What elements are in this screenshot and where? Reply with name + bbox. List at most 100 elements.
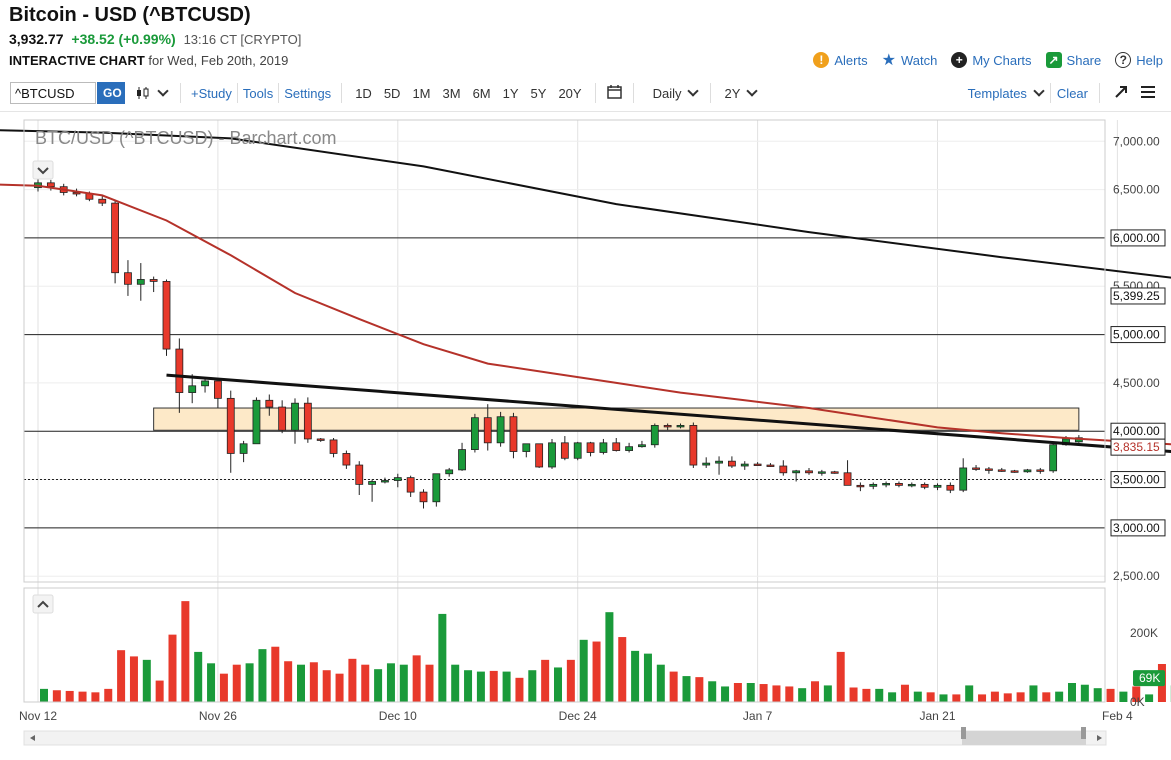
volume-bar — [1080, 684, 1089, 702]
volume-bar — [978, 694, 987, 702]
volume-bars — [40, 601, 1171, 702]
volume-bar — [631, 650, 640, 702]
volume-bar — [1068, 683, 1076, 702]
volume-bar — [412, 655, 421, 702]
volume-bar — [926, 692, 935, 702]
candle — [329, 439, 338, 454]
price-tick-label: 7,000.00 — [1113, 134, 1160, 148]
candle — [1049, 444, 1058, 472]
volume-bar — [168, 634, 177, 702]
volume-bar — [965, 685, 974, 702]
volume-bar — [862, 688, 871, 702]
volume-bar — [181, 601, 190, 702]
candle — [548, 442, 556, 468]
candle — [1010, 470, 1019, 473]
value-tag-label: 3,835.15 — [1113, 440, 1160, 454]
candle — [98, 198, 107, 204]
candle — [406, 477, 415, 493]
volume-bar — [78, 691, 87, 702]
volume-bar — [361, 664, 370, 702]
volume-bar — [297, 664, 305, 702]
collapse-volume-panel-button[interactable] — [32, 594, 54, 614]
volume-bar — [823, 685, 832, 702]
candle — [663, 425, 672, 428]
price-axis: 2,500.00 3,000.00 3,500.00 4,000.00 4,500.00… — [1110, 134, 1166, 583]
volume-bar — [772, 685, 781, 702]
candle — [252, 399, 261, 445]
volume-bar — [592, 641, 601, 702]
price-tick-label: 6,500.00 — [1113, 183, 1160, 197]
volume-bar — [682, 676, 691, 702]
price-chart[interactable]: 2,500.00 3,000.00 3,500.00 4,000.00 4,500.00… — [0, 0, 1171, 760]
date-tick-label: Nov 12 — [19, 709, 57, 723]
candle — [805, 470, 813, 474]
candle — [535, 443, 544, 468]
candle — [869, 483, 878, 487]
volume-bar — [284, 661, 293, 702]
volume-bar — [554, 667, 562, 702]
candle — [817, 471, 826, 474]
volume-bar — [155, 680, 164, 702]
candle — [625, 446, 633, 451]
scroll-handle-left — [961, 727, 966, 739]
volume-bar — [65, 690, 74, 702]
date-tick-label: Dec 10 — [379, 709, 417, 723]
candle — [303, 402, 312, 440]
candle — [265, 399, 274, 408]
date-tick-label: Nov 26 — [199, 709, 237, 723]
volume-bar — [1003, 693, 1012, 702]
volume-bar — [104, 688, 113, 702]
volume-bar — [117, 650, 126, 702]
volume-bar — [451, 664, 460, 702]
candle — [291, 402, 299, 431]
candle — [226, 397, 235, 454]
date-tick-label: Feb 4 — [1102, 709, 1133, 723]
candle — [1023, 469, 1032, 473]
volume-bar — [605, 612, 614, 702]
volume-bar — [643, 653, 652, 702]
volume-bar — [1145, 694, 1154, 702]
candle — [779, 465, 788, 474]
candle — [792, 470, 801, 474]
volume-bar — [438, 613, 447, 702]
scroll-handle-right — [1081, 727, 1086, 739]
volume-bar — [1093, 688, 1102, 702]
candle — [907, 483, 916, 487]
candle — [124, 272, 132, 285]
volume-bar — [399, 664, 408, 702]
volume-bar — [386, 663, 395, 702]
candle — [381, 480, 389, 483]
volume-bar — [271, 646, 280, 702]
volume-bar — [91, 692, 100, 702]
price-tick-label: 2,500.00 — [1113, 569, 1160, 583]
volume-bar — [374, 669, 383, 702]
candle — [316, 438, 325, 441]
candle — [458, 449, 466, 471]
volume-bar — [888, 692, 897, 702]
candle — [933, 484, 942, 488]
volume-bar — [335, 673, 344, 702]
candle — [843, 472, 852, 486]
volume-bar — [1029, 685, 1038, 702]
volume-bar — [129, 656, 138, 702]
volume-bar — [194, 651, 203, 702]
candle — [766, 464, 775, 467]
candle — [432, 473, 441, 503]
candle — [830, 471, 839, 474]
volume-bar — [219, 673, 228, 702]
value-tag-label: 5,399.25 — [1113, 289, 1160, 303]
volume-bar — [1055, 691, 1064, 702]
candles-series — [34, 178, 1083, 509]
price-tick-label: 5,000.00 — [1113, 328, 1160, 342]
candle — [213, 380, 222, 399]
chart-scrollbar[interactable] — [23, 727, 1107, 746]
candle — [368, 481, 377, 485]
scroll-track — [23, 730, 1107, 746]
candle — [419, 491, 428, 503]
collapse-price-panel-button[interactable] — [32, 160, 54, 180]
volume-tick-label: 200K — [1130, 626, 1158, 640]
ma-200-line — [0, 129, 1171, 279]
volume-bar — [900, 684, 909, 702]
volume-bar — [142, 659, 151, 702]
volume-value-label: 69K — [1139, 671, 1160, 685]
